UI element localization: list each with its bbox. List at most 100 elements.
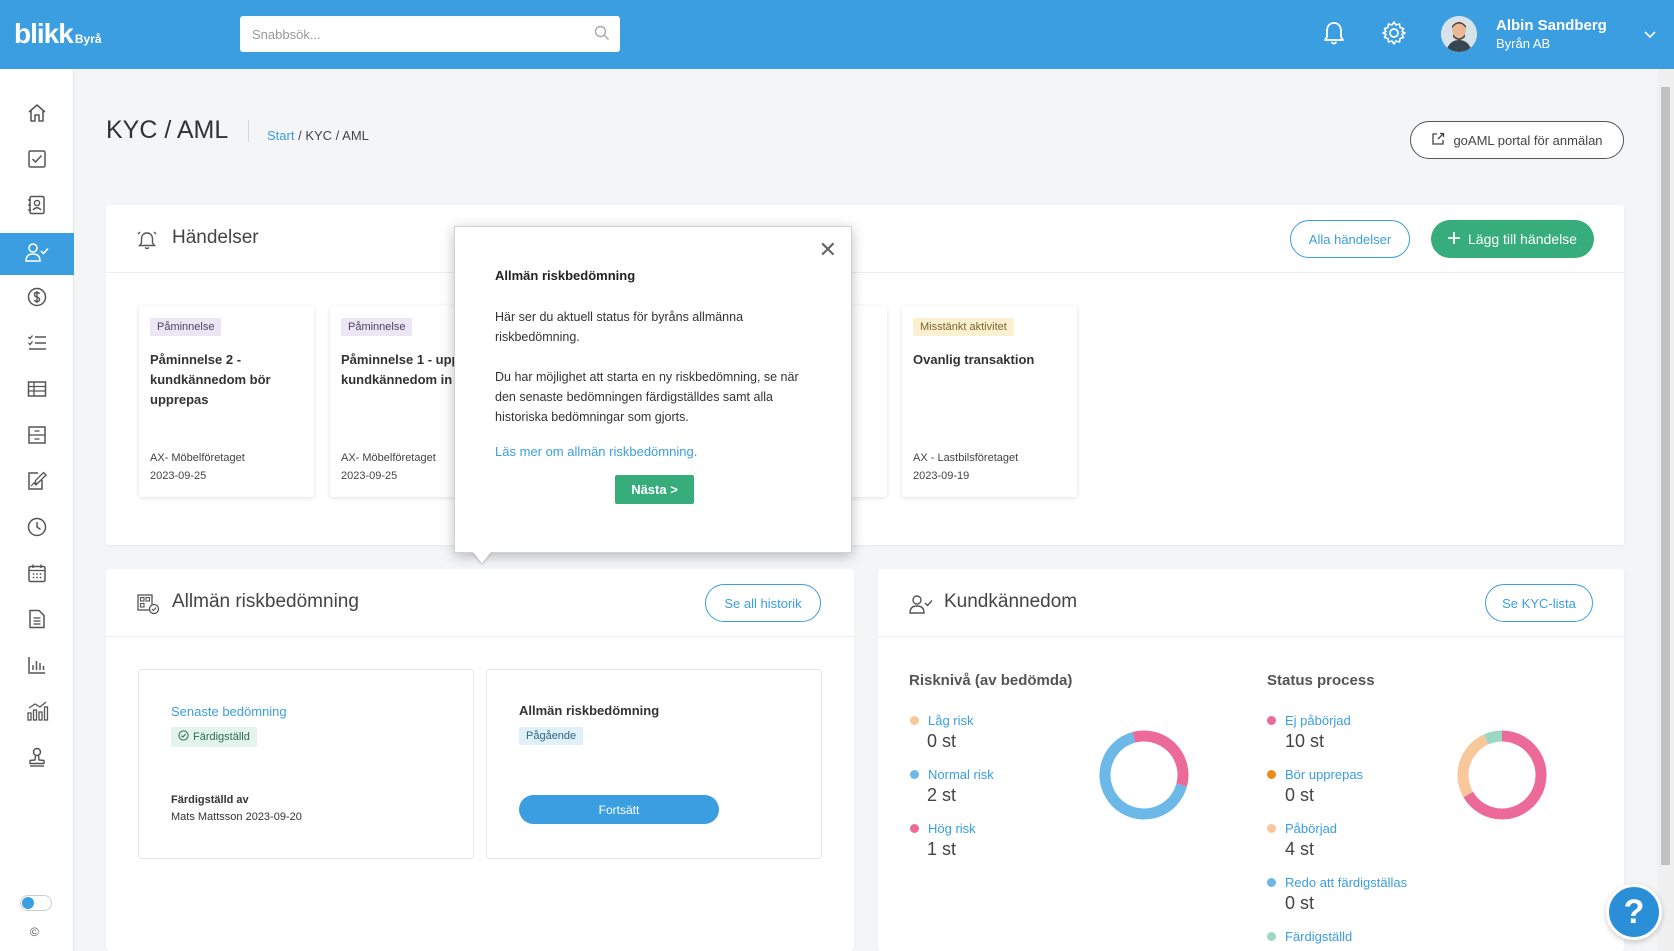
event-tag: Påminnelse <box>150 318 222 336</box>
legend-item[interactable]: Bör upprepas <box>1267 767 1363 782</box>
donut-segment[interactable] <box>1483 730 1503 745</box>
search-icon[interactable] <box>594 25 610 46</box>
read-more-link[interactable]: Läs mer om allmän riskbedömning. <box>495 444 697 459</box>
popover-text: Du har möjlighet att starta en ny riskbe… <box>495 370 799 424</box>
toggle-knob <box>22 897 34 909</box>
donut-segment[interactable] <box>1457 734 1489 798</box>
quick-search[interactable] <box>240 16 620 52</box>
user-check-icon <box>24 241 50 268</box>
sidebar-item-calendar[interactable] <box>0 554 74 596</box>
sidebar-item-kyc[interactable] <box>0 233 74 275</box>
stamp-icon <box>26 746 48 773</box>
user-name[interactable]: Albin Sandberg <box>1496 17 1607 34</box>
event-company: AX- Möbelföretaget <box>341 452 436 464</box>
current-assessment-title: Allmän riskbedömning <box>519 703 660 718</box>
avatar[interactable] <box>1441 16 1477 52</box>
kyc-list-button[interactable]: Se KYC-lista <box>1485 584 1593 622</box>
kyc-card-header: Kundkännedom Se KYC-lista <box>878 569 1624 637</box>
legend-item[interactable]: Påbörjad <box>1267 821 1337 836</box>
legend-value: 0 st <box>1285 785 1315 805</box>
sidebar-item-archive[interactable] <box>0 416 74 458</box>
legend-label: Färdigställd <box>1285 929 1353 944</box>
legend-item[interactable]: Färdigställd <box>1267 929 1352 944</box>
event-title: Påminnelse 2 - kundkännedom bör upprepas <box>150 352 271 407</box>
latest-assessment-link[interactable]: Senaste bedömning <box>171 704 287 719</box>
event-tag: Påminnelse <box>341 318 413 336</box>
sidebar-item-signing[interactable] <box>0 738 74 780</box>
legend-item[interactable]: Ej påbörjad <box>1267 713 1351 728</box>
event-card[interactable]: Påminnelse Påminnelse 2 - kundkännedom b… <box>139 306 314 497</box>
event-company: AX- Möbelföretaget <box>150 452 245 464</box>
sidebar-item-reports[interactable] <box>0 462 74 504</box>
event-card[interactable]: Misstänkt aktivitet Ovanlig transaktion … <box>902 306 1077 497</box>
sidebar-item-statistics[interactable] <box>0 646 74 688</box>
status-process-heading: Status process <box>1267 672 1375 689</box>
current-assessment-panel: Allmän riskbedömning Pågående Fortsätt <box>486 669 822 859</box>
legend-label: Ej påbörjad <box>1285 713 1351 728</box>
all-events-button[interactable]: Alla händelser <box>1290 220 1410 258</box>
add-event-label: Lägg till händelse <box>1468 231 1577 247</box>
goaml-portal-button[interactable]: goAML portal för anmälan <box>1410 121 1624 159</box>
breadcrumb-separator: / <box>294 128 306 143</box>
sidebar-item-time[interactable] <box>0 508 74 550</box>
event-company: AX - Lastbilsföretaget <box>913 452 1019 464</box>
archive-icon <box>26 424 48 451</box>
risk-matrix-icon <box>136 593 160 620</box>
scrollbar-thumb[interactable] <box>1661 87 1670 865</box>
guide-popover: ✕ Allmän riskbedömning Här ser du aktuel… <box>454 226 852 553</box>
see-all-history-button[interactable]: Se all historik <box>705 584 821 622</box>
legend-item[interactable]: Normal risk <box>910 767 994 782</box>
search-input[interactable] <box>240 16 560 52</box>
legend-item[interactable]: Redo att färdigställas <box>1267 875 1407 890</box>
theme-toggle[interactable] <box>20 895 52 911</box>
legend-item[interactable]: Låg risk <box>910 713 974 728</box>
status-badge: Färdigställd <box>171 727 257 747</box>
legend-label: Hög risk <box>928 821 976 836</box>
donut-segment[interactable] <box>1132 730 1189 787</box>
sidebar-item-documents[interactable] <box>0 600 74 642</box>
legend-dot <box>910 770 919 779</box>
logo-text: blikk <box>14 18 74 49</box>
gear-icon[interactable] <box>1381 20 1407 51</box>
add-event-button[interactable]: Lägg till händelse <box>1431 220 1594 258</box>
dollar-icon <box>26 286 48 313</box>
sidebar-item-tasks[interactable] <box>0 140 74 182</box>
logo[interactable]: blikk Byrå <box>14 18 102 50</box>
legend-dot <box>910 824 919 833</box>
close-button[interactable]: ✕ <box>819 237 837 263</box>
sidebar-item-checklist[interactable] <box>0 324 74 366</box>
continue-button[interactable]: Fortsätt <box>519 795 719 824</box>
kyc-title: Kundkännedom <box>944 591 1078 612</box>
check-circle-icon <box>178 730 189 744</box>
latest-assessment-panel: Senaste bedömning Färdigställd Färdigstä… <box>138 669 474 859</box>
help-button[interactable]: ? <box>1606 884 1662 940</box>
vertical-scrollbar[interactable] <box>1657 69 1674 951</box>
event-date: 2023-09-25 <box>150 470 207 482</box>
sidebar-item-table[interactable] <box>0 370 74 412</box>
legend-label: Påbörjad <box>1285 821 1338 836</box>
file-icon <box>26 608 48 635</box>
bell-outline-icon <box>136 229 158 256</box>
copyright: © <box>30 925 39 939</box>
chevron-down-icon[interactable] <box>1643 27 1657 45</box>
next-button[interactable]: Nästa > <box>615 475 694 504</box>
legend-item[interactable]: Hög risk <box>910 821 976 836</box>
breadcrumb-start[interactable]: Start <box>267 128 294 143</box>
sidebar-item-home[interactable] <box>0 94 74 136</box>
status-process-donut <box>1457 730 1547 820</box>
legend-dot <box>1267 824 1276 833</box>
bell-icon[interactable] <box>1322 20 1346 51</box>
legend-dot <box>1267 932 1276 941</box>
status-badge: Pågående <box>519 727 584 745</box>
sidebar-item-finance[interactable] <box>0 278 74 320</box>
event-date: 2023-09-19 <box>913 470 970 482</box>
plus-icon <box>1448 231 1460 247</box>
sidebar-item-contacts[interactable] <box>0 186 74 228</box>
checklist-icon <box>26 332 48 359</box>
logo-suffix: Byrå <box>74 32 102 46</box>
legend-value: 0 st <box>927 731 957 751</box>
popover-arrow <box>472 551 492 563</box>
legend-value: 2 st <box>927 785 957 805</box>
sidebar-item-analytics[interactable] <box>0 692 74 734</box>
legend-dot <box>1267 770 1276 779</box>
